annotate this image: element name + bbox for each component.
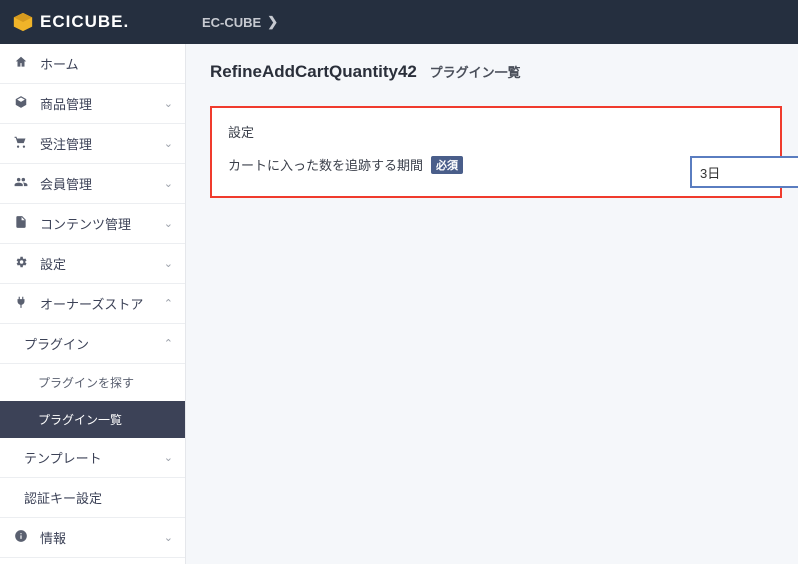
plug-icon — [12, 295, 30, 312]
nav-info[interactable]: 情報 ⌄ — [0, 518, 185, 558]
chevron-right-icon: ❯ — [267, 14, 278, 30]
sub2-plugin-list[interactable]: プラグイン一覧 — [0, 401, 185, 438]
page-title-main: RefineAddCartQuantity42 — [210, 62, 417, 81]
nav-content[interactable]: コンテンツ管理 ⌄ — [0, 204, 185, 244]
nav-label: 会員管理 — [40, 174, 164, 193]
nav-label: コンテンツ管理 — [40, 214, 164, 233]
sidebar: ホーム 商品管理 ⌄ 受注管理 ⌄ 会員管理 ⌄ — [0, 44, 186, 564]
sub-authkey[interactable]: 認証キー設定 — [0, 478, 185, 518]
nav-label: 受注管理 — [40, 134, 164, 153]
chevron-down-icon: ⌄ — [164, 137, 173, 150]
nav-label: オーナーズストア — [40, 294, 164, 313]
nav-label: ホーム — [40, 54, 173, 73]
chevron-down-icon: ⌄ — [164, 257, 173, 270]
chevron-up-icon: ⌃ — [164, 337, 173, 350]
file-icon — [12, 215, 30, 232]
sub-template[interactable]: テンプレート ⌄ — [0, 438, 185, 478]
sub-label: プラグイン — [24, 334, 164, 353]
nav-label: 商品管理 — [40, 94, 164, 113]
nav-members[interactable]: 会員管理 ⌄ — [0, 164, 185, 204]
sub2-label: プラグイン一覧 — [38, 411, 122, 428]
page-title: RefineAddCartQuantity42 プラグイン一覧 — [210, 62, 782, 82]
chevron-down-icon: ⌄ — [164, 177, 173, 190]
nav-products[interactable]: 商品管理 ⌄ — [0, 84, 185, 124]
chevron-down-icon: ⌄ — [164, 217, 173, 230]
logo[interactable]: ECICUBE. — [0, 0, 186, 44]
logo-text: ECICUBE. — [40, 12, 129, 32]
chevron-down-icon: ⌄ — [164, 97, 173, 110]
nav-label: 情報 — [40, 528, 164, 547]
gear-icon — [12, 255, 30, 272]
users-icon — [12, 175, 30, 192]
home-icon — [12, 55, 30, 72]
chevron-down-icon: ⌄ — [164, 531, 173, 544]
panel-heading: 設定 — [228, 122, 764, 141]
nav-label: 設定 — [40, 254, 164, 273]
nav-owners-store[interactable]: オーナーズストア ⌃ — [0, 284, 185, 324]
breadcrumb-root: EC-CUBE — [202, 15, 261, 30]
chevron-up-icon: ⌃ — [164, 297, 173, 310]
cart-icon — [12, 135, 30, 152]
main-content: RefineAddCartQuantity42 プラグイン一覧 設定 カートに入… — [186, 44, 798, 564]
nav-orders[interactable]: 受注管理 ⌄ — [0, 124, 185, 164]
sub-label: 認証キー設定 — [24, 488, 173, 507]
cube-icon — [12, 95, 30, 112]
sub2-find-plugin[interactable]: プラグインを探す — [0, 364, 185, 401]
sub2-label: プラグインを探す — [38, 374, 134, 391]
sub-plugin[interactable]: プラグイン ⌃ — [0, 324, 185, 364]
info-icon — [12, 529, 30, 546]
page-title-sub: プラグイン一覧 — [430, 65, 521, 80]
required-badge: 必須 — [431, 156, 463, 174]
settings-panel: 設定 カートに入った数を追跡する期間 必須 — [210, 106, 782, 198]
tracking-period-select[interactable] — [690, 156, 798, 188]
chevron-down-icon: ⌄ — [164, 451, 173, 464]
field-label: カートに入った数を追跡する期間 — [228, 155, 423, 174]
nav-settings[interactable]: 設定 ⌄ — [0, 244, 185, 284]
breadcrumb[interactable]: EC-CUBE ❯ — [202, 14, 278, 30]
sub-label: テンプレート — [24, 448, 164, 467]
logo-icon — [12, 11, 34, 33]
nav-home[interactable]: ホーム — [0, 44, 185, 84]
